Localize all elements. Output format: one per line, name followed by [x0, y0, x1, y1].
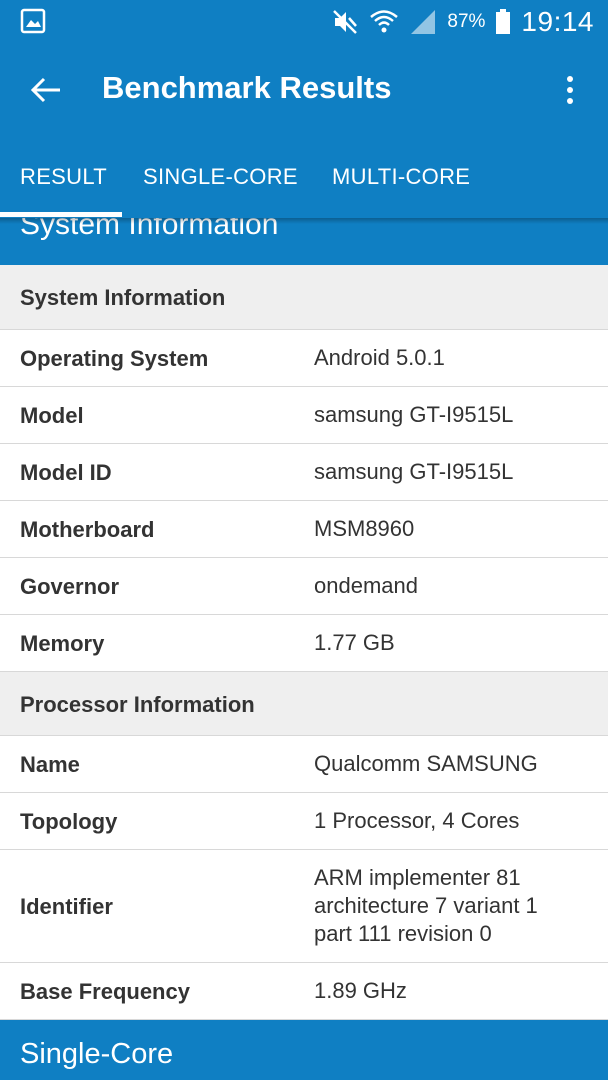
- group-header-system: System Information: [0, 265, 608, 330]
- wifi-icon: [370, 10, 399, 33]
- mute-icon: [333, 10, 358, 34]
- battery-icon: [496, 9, 511, 34]
- tab-single-core[interactable]: SINGLE-CORE: [143, 164, 298, 190]
- row-value: MSM8960: [314, 516, 415, 541]
- table-row: Identifier ARM implementer 81 architectu…: [0, 850, 608, 963]
- row-value: 1.77 GB: [314, 630, 395, 655]
- group-label: Processor Information: [20, 692, 255, 717]
- row-key: Governor: [20, 574, 120, 599]
- row-key: Base Frequency: [20, 979, 190, 1004]
- back-arrow-icon[interactable]: [26, 70, 66, 110]
- row-key: Identifier: [20, 894, 113, 919]
- battery-percent: 87%: [447, 11, 486, 32]
- status-bar: 87% 19:14: [0, 0, 608, 44]
- table-row: Topology 1 Processor, 4 Cores: [0, 793, 608, 850]
- overflow-menu-icon[interactable]: [560, 72, 580, 108]
- row-key: Motherboard: [20, 517, 155, 542]
- group-header-processor: Processor Information: [0, 672, 608, 736]
- table-row: Base Frequency 1.89 GHz: [0, 963, 608, 1020]
- row-value-line: architecture 7 variant 1: [314, 893, 538, 918]
- row-value: Android 5.0.1: [314, 345, 445, 370]
- row-key: Operating System: [20, 346, 209, 371]
- row-value-line: part 111 revision 0: [314, 921, 492, 946]
- group-label: System Information: [20, 285, 226, 310]
- row-value: Qualcomm SAMSUNG: [314, 751, 538, 776]
- row-value-multiline: ARM implementer 81 architecture 7 varian…: [314, 864, 538, 948]
- row-key: Topology: [20, 809, 118, 834]
- section-header-single-core: Single-Core: [0, 1020, 608, 1080]
- table-row: Model ID samsung GT-I9515L: [0, 444, 608, 501]
- tab-bar: RESULT SINGLE-CORE MULTI-CORE: [0, 136, 608, 218]
- tab-multi-core[interactable]: MULTI-CORE: [332, 164, 470, 190]
- row-key: Memory: [20, 631, 105, 656]
- table-row: Name Qualcomm SAMSUNG: [0, 736, 608, 793]
- row-key: Model: [20, 403, 84, 428]
- section-header-system: System Information: [0, 218, 608, 265]
- info-table: System Information Operating System Andr…: [0, 265, 608, 1020]
- gallery-notification-icon: [20, 8, 46, 34]
- row-value: 1.89 GHz: [314, 978, 407, 1003]
- page-title: Benchmark Results: [102, 70, 392, 105]
- app-bar: Benchmark Results: [0, 44, 608, 136]
- table-row: Motherboard MSM8960: [0, 501, 608, 558]
- tab-bar-shadow: [0, 218, 608, 224]
- row-value: 1 Processor, 4 Cores: [314, 808, 520, 833]
- table-row: Memory 1.77 GB: [0, 615, 608, 672]
- row-key: Model ID: [20, 460, 112, 485]
- row-value-line: ARM implementer 81: [314, 865, 521, 890]
- row-value: samsung GT-I9515L: [314, 402, 514, 427]
- table-row: Governor ondemand: [0, 558, 608, 615]
- table-row: Model samsung GT-I9515L: [0, 387, 608, 444]
- tab-selected-indicator: [0, 212, 122, 217]
- status-time: 19:14: [521, 6, 594, 37]
- row-value: samsung GT-I9515L: [314, 459, 514, 484]
- signal-icon: [411, 10, 436, 34]
- row-key: Name: [20, 752, 80, 777]
- tab-result[interactable]: RESULT: [20, 164, 107, 190]
- section-title: Single-Core: [20, 1038, 174, 1070]
- row-value: ondemand: [314, 573, 418, 598]
- table-row: Operating System Android 5.0.1: [0, 330, 608, 387]
